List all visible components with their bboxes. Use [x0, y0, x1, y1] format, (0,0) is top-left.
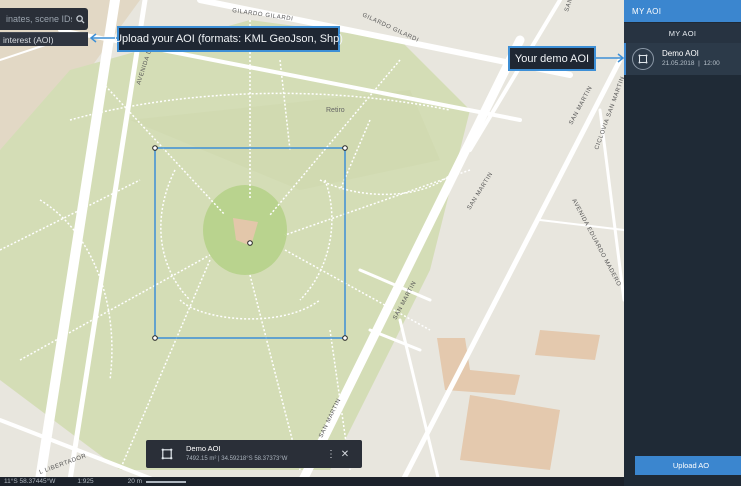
close-icon[interactable]: ✕ [338, 449, 352, 460]
selected-aoi-card[interactable]: Demo AOI 7492.15 m² | 34.59218°S 58.3737… [146, 440, 362, 468]
place-label: Retiro [326, 107, 345, 114]
upload-aoi-callout: Upload your AOI (formats: KML GeoJson, S… [114, 26, 343, 52]
scale-length: 20 m [127, 478, 143, 485]
scale-bar [146, 480, 187, 483]
my-aoi-panel: MY AOI MY AOI Demo AOI 21.05.2018 | 12:0… [624, 0, 741, 486]
panel-header: MY AOI [624, 0, 741, 22]
more-options-icon[interactable]: ⋮ [324, 449, 338, 460]
scale-ratio: 1:925 [77, 478, 94, 485]
demo-aoi-callout: Your demo AOI [508, 46, 596, 71]
aoi-item-meta: 21.05.2018 | 12:00 [662, 59, 720, 69]
tab-my-aoi[interactable]: MY AOI [624, 23, 741, 45]
polygon-icon [632, 48, 654, 70]
aoi-dropdown[interactable]: interest (AOI) [0, 32, 88, 46]
map-status-bar: 11°S 58.37445°W 1:925 20 m [0, 477, 624, 486]
demo-aoi-callout-text: Your demo AOI [514, 52, 590, 65]
aoi-item-date: 21.05.2018 [662, 60, 695, 67]
search-input[interactable]: inates, scene IDs [0, 8, 88, 30]
aoi-item-name: Demo AOI [662, 49, 699, 58]
aoi-item-time: 12:00 [703, 60, 720, 67]
upload-aoi-button[interactable]: Upload AO [635, 456, 741, 475]
selected-aoi-meta: 7492.15 m² | 34.59218°S 58.37373°W [186, 456, 288, 462]
search-icon[interactable] [72, 14, 88, 24]
aoi-item-separator: | [698, 60, 700, 67]
polygon-icon [159, 446, 175, 462]
search-placeholder: inates, scene IDs [6, 14, 72, 24]
upload-aoi-callout-text: Upload your AOI (formats: KML GeoJson, S… [114, 33, 343, 45]
aoi-list-item[interactable]: Demo AOI 21.05.2018 | 12:00 [624, 43, 741, 75]
selected-aoi-name: Demo AOI [186, 444, 221, 453]
callout-arrow-icon [596, 53, 625, 63]
aoi-dropdown-label: interest (AOI) [3, 34, 54, 45]
cursor-coordinates: 11°S 58.37445°W [4, 478, 56, 485]
